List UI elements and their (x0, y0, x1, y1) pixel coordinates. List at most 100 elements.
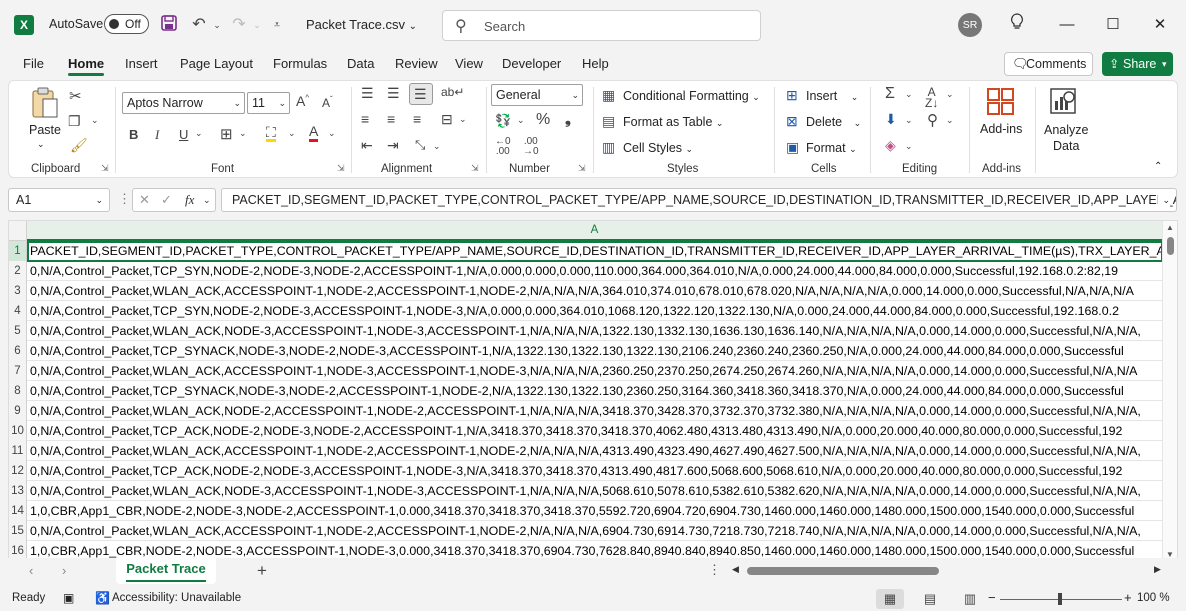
underline-icon[interactable]: U (179, 127, 188, 142)
orientation-icon[interactable]: ⤡ (415, 137, 425, 153)
minimize-icon[interactable]: — (1055, 13, 1079, 37)
zoom-level[interactable]: 100 % (1137, 592, 1170, 604)
accessibility-status[interactable]: Accessibility: Unavailable (112, 592, 241, 604)
tab-home[interactable]: Home (68, 56, 105, 76)
align-left-icon[interactable]: ≡ (361, 111, 369, 127)
delete-cells-icon[interactable]: ⊠ (786, 113, 798, 130)
page-break-view-icon[interactable]: ▥ (956, 589, 984, 609)
scroll-left-icon[interactable]: ◀ (732, 564, 739, 575)
clipboard-launcher-icon[interactable]: ⇲ (101, 163, 109, 174)
row-header[interactable]: 13 (9, 481, 27, 501)
format-cells-button[interactable]: Format ⌄ (806, 141, 857, 155)
copy-dropdown-icon[interactable]: ⌄ (91, 115, 99, 126)
cell-a[interactable]: 0,N/A,Control_Packet,WLAN_ACK,ACCESSPOIN… (30, 521, 1162, 541)
enter-icon[interactable]: ✓ (161, 192, 172, 208)
select-all-corner[interactable] (9, 221, 27, 241)
decrease-indent-icon[interactable]: ⇤ (361, 137, 373, 154)
analyze-data-label[interactable]: Analyze (1044, 123, 1088, 137)
cell-a[interactable]: 0,N/A,Control_Packet,WLAN_ACK,NODE-3,ACC… (30, 321, 1162, 341)
row-header[interactable]: 11 (9, 441, 27, 461)
tab-file[interactable]: File (23, 56, 44, 71)
paste-button[interactable]: Paste (29, 123, 61, 137)
accounting-format-icon[interactable]: 💱 (495, 113, 511, 129)
cell-a[interactable]: 0,N/A,Control_Packet,WLAN_ACK,NODE-3,ACC… (30, 481, 1162, 501)
row-header[interactable]: 8 (9, 381, 27, 401)
conditional-formatting-icon[interactable]: ▦ (602, 87, 615, 104)
orientation-dropdown-icon[interactable]: ⌄ (433, 141, 441, 152)
merge-center-icon[interactable]: ⊟ (441, 111, 453, 128)
redo-dropdown-icon[interactable]: ⌄ (246, 14, 268, 36)
zoom-in-icon[interactable]: + (1124, 590, 1132, 605)
align-center-icon[interactable]: ≡ (387, 111, 395, 127)
align-middle-icon[interactable]: ☰ (387, 85, 400, 102)
horizontal-scroll-thumb[interactable] (747, 567, 939, 575)
accessibility-icon[interactable]: ♿ (95, 591, 110, 605)
zoom-slider-thumb[interactable] (1058, 593, 1062, 605)
number-format-select[interactable]: General ⌄ (491, 84, 583, 106)
save-icon[interactable] (158, 14, 180, 36)
find-select-icon[interactable]: ⚲ (927, 111, 938, 129)
increase-font-icon[interactable]: A^ (296, 93, 309, 109)
align-top-icon[interactable]: ☰ (361, 85, 374, 102)
cell-a[interactable]: 0,N/A,Control_Packet,TCP_SYN,NODE-2,NODE… (30, 261, 1162, 281)
row-header[interactable]: 14 (9, 501, 27, 521)
row-header[interactable]: 1 (9, 241, 27, 261)
macro-recording-icon[interactable]: ▣ (63, 591, 74, 605)
search-box[interactable]: ⚲ Search (442, 10, 761, 41)
comments-button[interactable]: 🗨 Comments (1004, 52, 1093, 76)
cell-a[interactable]: 0,N/A,Control_Packet,WLAN_ACK,ACCESSPOIN… (30, 441, 1162, 461)
borders-dropdown-icon[interactable]: ⌄ (239, 128, 247, 139)
chevron-down-icon[interactable]: ⌄ (203, 195, 211, 206)
row-header[interactable]: 3 (9, 281, 27, 301)
cancel-icon[interactable]: ✕ (139, 192, 150, 208)
cell-a[interactable]: PACKET_ID,SEGMENT_ID,PACKET_TYPE,CONTROL… (30, 241, 1162, 261)
horizontal-scrollbar[interactable]: ◀ ▶ (730, 564, 1166, 578)
cell-a[interactable]: 0,N/A,Control_Packet,TCP_ACK,NODE-2,NODE… (30, 421, 1162, 441)
wrap-text-icon[interactable]: ab↵ (441, 85, 464, 99)
row-header[interactable]: 6 (9, 341, 27, 361)
undo-dropdown-icon[interactable]: ⌄ (206, 14, 228, 36)
add-ins-icon[interactable] (986, 87, 1018, 119)
cell-a[interactable]: 0,N/A,Control_Packet,WLAN_ACK,ACCESSPOIN… (30, 281, 1162, 301)
next-sheet-icon[interactable]: › (62, 563, 66, 578)
format-as-table-button[interactable]: Format as Table ⌄ (623, 115, 723, 129)
format-cells-icon[interactable]: ▣ (786, 139, 799, 156)
font-color-dropdown-icon[interactable]: ⌄ (328, 128, 336, 139)
accounting-dropdown-icon[interactable]: ⌄ (517, 115, 525, 126)
merge-dropdown-icon[interactable]: ⌄ (459, 114, 467, 125)
maximize-icon[interactable]: ☐ (1101, 13, 1125, 37)
increase-indent-icon[interactable]: ⇥ (387, 137, 399, 154)
tab-view[interactable]: View (455, 56, 483, 71)
font-name-select[interactable]: Aptos Narrow ⌄ (122, 92, 245, 114)
fill-icon[interactable]: ⬇ (885, 111, 897, 128)
column-header-a[interactable]: A (27, 221, 1162, 241)
cell-a[interactable]: 0,N/A,Control_Packet,TCP_ACK,NODE-2,NODE… (30, 461, 1162, 481)
sort-filter-dropdown-icon[interactable]: ⌄ (946, 89, 954, 100)
analyze-data-icon[interactable] (1049, 87, 1081, 119)
paste-dropdown-icon[interactable]: ⌄ (37, 139, 45, 150)
row-header[interactable]: 4 (9, 301, 27, 321)
cell-a[interactable]: 1,0,CBR,App1_CBR,NODE-2,NODE-3,NODE-2,AC… (30, 501, 1162, 521)
font-size-select[interactable]: 11 ⌄ (247, 92, 290, 114)
font-launcher-icon[interactable]: ⇲ (337, 163, 345, 174)
lightbulb-icon[interactable] (1005, 13, 1029, 37)
italic-icon[interactable]: I (155, 127, 159, 143)
cell-a[interactable]: 0,N/A,Control_Packet,WLAN_ACK,NODE-2,ACC… (30, 401, 1162, 421)
tab-page-layout[interactable]: Page Layout (180, 56, 253, 71)
conditional-formatting-button[interactable]: Conditional Formatting ⌄ (623, 89, 760, 103)
sort-filter-icon[interactable]: A Z↓ (925, 86, 938, 109)
align-right-icon[interactable]: ≡ (413, 111, 421, 127)
scroll-right-icon[interactable]: ▶ (1154, 564, 1161, 575)
cell-a[interactable]: 0,N/A,Control_Packet,TCP_SYNACK,NODE-3,N… (30, 341, 1162, 361)
comma-style-icon[interactable]: ❟ (565, 111, 571, 128)
add-sheet-icon[interactable]: + (257, 561, 267, 581)
decrease-decimal-icon[interactable]: .00 →0 (523, 137, 539, 157)
formula-input[interactable]: PACKET_ID,SEGMENT_ID,PACKET_TYPE,CONTROL… (221, 188, 1177, 212)
borders-icon[interactable]: ⊞ (220, 125, 233, 143)
fill-dropdown-icon[interactable]: ⌄ (905, 115, 913, 126)
fill-color-dropdown-icon[interactable]: ⌄ (288, 128, 296, 139)
cell-a[interactable]: 0,N/A,Control_Packet,TCP_SYNACK,NODE-3,N… (30, 381, 1162, 401)
cell-a[interactable]: 0,N/A,Control_Packet,WLAN_ACK,ACCESSPOIN… (30, 361, 1162, 381)
tab-formulas[interactable]: Formulas (273, 56, 327, 71)
number-launcher-icon[interactable]: ⇲ (578, 163, 586, 174)
